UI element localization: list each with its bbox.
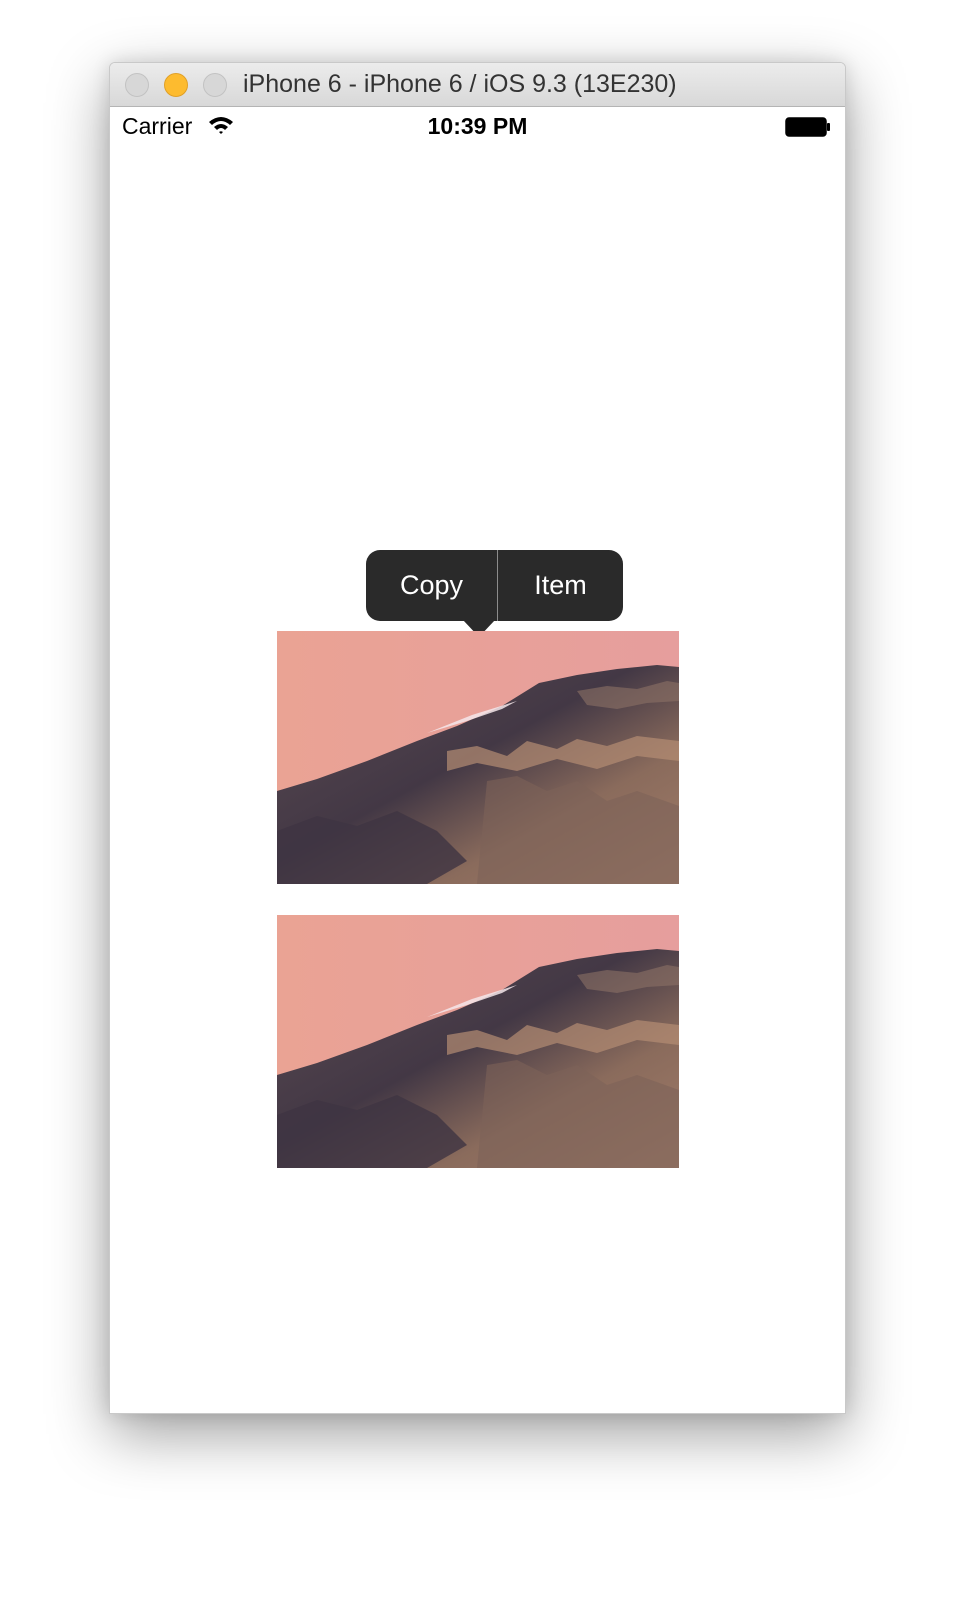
item-menu-item[interactable]: Item [498, 550, 623, 621]
mountain-image-top[interactable] [277, 631, 679, 884]
battery-icon [785, 117, 830, 137]
edit-menu: Copy Item [366, 550, 623, 637]
close-button[interactable] [125, 73, 149, 97]
device-screen: Carrier 10:39 PM Copy Item [110, 107, 845, 1413]
simulator-window: iPhone 6 - iPhone 6 / iOS 9.3 (13E230) C… [109, 62, 846, 1414]
mountain-image-bottom[interactable] [277, 915, 679, 1168]
copy-menu-item[interactable]: Copy [366, 550, 497, 621]
status-bar: Carrier 10:39 PM [110, 107, 845, 147]
mountain-photo-graphic [277, 631, 679, 884]
zoom-button[interactable] [203, 73, 227, 97]
mountain-photo-graphic [277, 915, 679, 1168]
status-time: 10:39 PM [427, 113, 528, 139]
window-titlebar[interactable]: iPhone 6 - iPhone 6 / iOS 9.3 (13E230) [110, 63, 845, 107]
window-title: iPhone 6 - iPhone 6 / iOS 9.3 (13E230) [243, 70, 677, 98]
minimize-button[interactable] [164, 73, 188, 97]
